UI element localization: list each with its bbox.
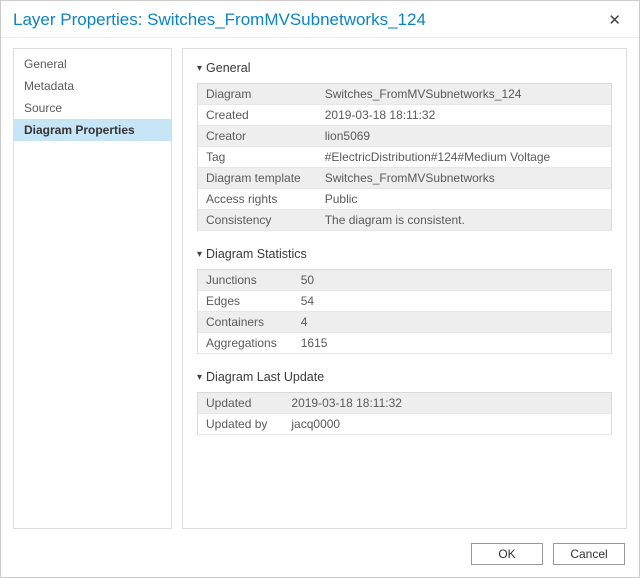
prop-val: #ElectricDistribution#124#Medium Voltage bbox=[317, 147, 612, 168]
prop-val: Public bbox=[317, 189, 612, 210]
section-update: ▾ Diagram Last Update Updated2019-03-18 … bbox=[197, 370, 612, 435]
prop-val: Switches_FromMVSubnetworks bbox=[317, 168, 612, 189]
prop-key: Consistency bbox=[198, 210, 317, 231]
sidebar-item-diagram-properties[interactable]: Diagram Properties bbox=[14, 119, 171, 141]
section-general-header[interactable]: ▾ General bbox=[197, 61, 612, 75]
footer: OK Cancel bbox=[1, 535, 639, 577]
table-row: DiagramSwitches_FromMVSubnetworks_124 bbox=[198, 84, 612, 105]
prop-val: 1615 bbox=[293, 333, 612, 354]
prop-val: lion5069 bbox=[317, 126, 612, 147]
table-row: Created2019-03-18 18:11:32 bbox=[198, 105, 612, 126]
prop-key: Updated bbox=[198, 393, 284, 414]
prop-key: Diagram bbox=[198, 84, 317, 105]
table-row: Aggregations1615 bbox=[198, 333, 612, 354]
table-row: Diagram templateSwitches_FromMVSubnetwor… bbox=[198, 168, 612, 189]
table-row: Access rightsPublic bbox=[198, 189, 612, 210]
table-row: Updated2019-03-18 18:11:32 bbox=[198, 393, 612, 414]
table-row: Junctions50 bbox=[198, 270, 612, 291]
chevron-down-icon: ▾ bbox=[197, 372, 202, 383]
dialog-title: Layer Properties: Switches_FromMVSubnetw… bbox=[13, 10, 426, 30]
dialog-body: General Metadata Source Diagram Properti… bbox=[1, 38, 639, 535]
prop-key: Edges bbox=[198, 291, 293, 312]
table-update: Updated2019-03-18 18:11:32 Updated byjac… bbox=[197, 392, 612, 435]
section-stats-title: Diagram Statistics bbox=[206, 247, 307, 261]
section-stats: ▾ Diagram Statistics Junctions50 Edges54… bbox=[197, 247, 612, 354]
table-row: Updated byjacq0000 bbox=[198, 414, 612, 435]
prop-key: Creator bbox=[198, 126, 317, 147]
chevron-down-icon: ▾ bbox=[197, 63, 202, 74]
section-stats-header[interactable]: ▾ Diagram Statistics bbox=[197, 247, 612, 261]
table-row: ConsistencyThe diagram is consistent. bbox=[198, 210, 612, 231]
sidebar-item-source[interactable]: Source bbox=[14, 97, 171, 119]
chevron-down-icon: ▾ bbox=[197, 249, 202, 260]
prop-key: Created bbox=[198, 105, 317, 126]
prop-key: Diagram template bbox=[198, 168, 317, 189]
content-panel: ▾ General DiagramSwitches_FromMVSubnetwo… bbox=[182, 48, 627, 529]
sidebar: General Metadata Source Diagram Properti… bbox=[13, 48, 172, 529]
prop-val: 54 bbox=[293, 291, 612, 312]
ok-button[interactable]: OK bbox=[471, 543, 543, 565]
prop-key: Tag bbox=[198, 147, 317, 168]
prop-val: 2019-03-18 18:11:32 bbox=[283, 393, 611, 414]
title-bar: Layer Properties: Switches_FromMVSubnetw… bbox=[1, 1, 639, 38]
prop-val: 4 bbox=[293, 312, 612, 333]
section-update-header[interactable]: ▾ Diagram Last Update bbox=[197, 370, 612, 384]
sidebar-item-metadata[interactable]: Metadata bbox=[14, 75, 171, 97]
prop-key: Junctions bbox=[198, 270, 293, 291]
sidebar-item-general[interactable]: General bbox=[14, 53, 171, 75]
section-update-title: Diagram Last Update bbox=[206, 370, 324, 384]
table-row: Tag#ElectricDistribution#124#Medium Volt… bbox=[198, 147, 612, 168]
section-general: ▾ General DiagramSwitches_FromMVSubnetwo… bbox=[197, 61, 612, 231]
cancel-button[interactable]: Cancel bbox=[553, 543, 625, 565]
section-general-title: General bbox=[206, 61, 250, 75]
prop-val: Switches_FromMVSubnetworks_124 bbox=[317, 84, 612, 105]
table-row: Creatorlion5069 bbox=[198, 126, 612, 147]
prop-key: Aggregations bbox=[198, 333, 293, 354]
table-row: Containers4 bbox=[198, 312, 612, 333]
prop-val: jacq0000 bbox=[283, 414, 611, 435]
table-stats: Junctions50 Edges54 Containers4 Aggregat… bbox=[197, 269, 612, 354]
prop-key: Access rights bbox=[198, 189, 317, 210]
prop-val: 50 bbox=[293, 270, 612, 291]
prop-val: The diagram is consistent. bbox=[317, 210, 612, 231]
table-row: Edges54 bbox=[198, 291, 612, 312]
close-button[interactable]: ✕ bbox=[602, 9, 627, 31]
table-general: DiagramSwitches_FromMVSubnetworks_124 Cr… bbox=[197, 83, 612, 231]
prop-key: Updated by bbox=[198, 414, 284, 435]
prop-key: Containers bbox=[198, 312, 293, 333]
prop-val: 2019-03-18 18:11:32 bbox=[317, 105, 612, 126]
